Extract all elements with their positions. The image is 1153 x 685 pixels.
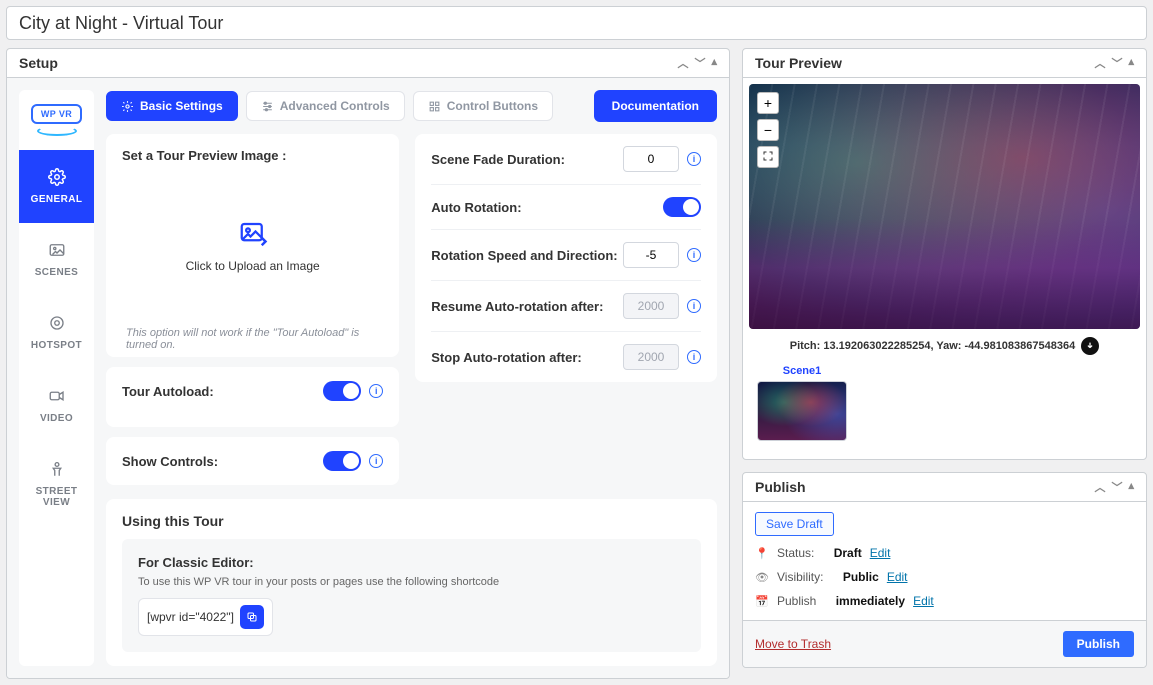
fade-duration-input[interactable] [623,146,679,172]
tab-basic-settings[interactable]: Basic Settings [106,91,238,121]
classic-editor-desc: To use this WP VR tour in your posts or … [138,576,685,588]
eye-icon: 👁 [755,571,769,584]
tour-autoload-label: Tour Autoload: [122,384,214,399]
grid-icon [428,100,441,113]
scene-1-thumbnail[interactable] [757,381,847,441]
using-tour-heading: Using this Tour [122,513,701,529]
resume-rotation-label: Resume Auto-rotation after: [431,299,603,314]
info-icon[interactable]: i [369,454,383,468]
pin-icon: 📍 [755,547,769,560]
show-controls-label: Show Controls: [122,454,218,469]
auto-rotation-toggle[interactable] [663,197,701,217]
street-view-icon [48,460,66,478]
panel-drag-icon[interactable]: ▴ [1128,55,1134,71]
upload-image-icon [235,219,271,249]
publish-panel-title: Publish [755,479,1094,495]
wpvr-logo: WP VR [19,90,94,150]
logo-orbit-icon [37,126,77,136]
panel-collapse-up-icon[interactable]: ︿ [1094,479,1105,495]
city-night-scene [749,84,1140,329]
upload-image-dropzone[interactable]: Click to Upload an Image [122,171,383,321]
shortcode-value: [wpvr id="4022"] [138,598,273,636]
panel-collapse-up-icon[interactable]: ︿ [677,55,688,71]
calendar-icon: 📅 [755,595,769,608]
publish-panel: Publish ︿ ﹀ ▴ Save Draft 📍 Status: Draft… [742,472,1147,668]
setup-panel-title: Setup [19,55,677,71]
page-title: City at Night - Virtual Tour [19,13,223,34]
sliders-icon [261,100,274,113]
show-controls-toggle[interactable] [323,451,361,471]
fullscreen-icon [762,150,774,162]
autoload-hint: This option will not work if the "Tour A… [122,321,383,351]
documentation-button[interactable]: Documentation [594,90,717,122]
apply-pitch-yaw-button[interactable] [1081,337,1099,355]
fade-duration-label: Scene Fade Duration: [431,152,565,167]
scene-1-label: Scene1 [757,365,847,377]
sidebar-tab-hotspot[interactable]: HOTSPOT [19,296,94,369]
panel-drag-icon[interactable]: ▴ [711,55,717,71]
move-to-trash-link[interactable]: Move to Trash [755,637,831,651]
tour-preview-panel: Tour Preview ︿ ﹀ ▴ + − [742,48,1147,460]
sidebar-tab-video[interactable]: VIDEO [19,369,94,442]
panorama-viewport[interactable]: + − [749,84,1140,329]
preview-image-label: Set a Tour Preview Image : [122,148,383,163]
edit-visibility-link[interactable]: Edit [887,570,908,584]
info-icon[interactable]: i [369,384,383,398]
save-draft-button[interactable]: Save Draft [755,512,834,536]
tab-control-buttons[interactable]: Control Buttons [413,91,553,121]
edit-status-link[interactable]: Edit [870,546,891,560]
download-icon [1085,341,1095,351]
panel-collapse-up-icon[interactable]: ︿ [1094,55,1105,71]
panel-collapse-down-icon[interactable]: ﹀ [1111,55,1122,71]
zoom-out-button[interactable]: − [757,119,779,141]
info-icon[interactable]: i [687,299,701,313]
sidebar-tab-general[interactable]: GENERAL [19,150,94,223]
status-row: 📍 Status: Draft Edit [755,546,1134,560]
info-icon[interactable]: i [687,248,701,262]
tour-autoload-toggle[interactable] [323,381,361,401]
schedule-row: 📅 Publish immediately Edit [755,594,1134,608]
panel-collapse-down-icon[interactable]: ﹀ [1111,479,1122,495]
visibility-row: 👁 Visibility: Public Edit [755,570,1134,584]
copy-icon [246,611,258,623]
resume-rotation-input[interactable] [623,293,679,319]
copy-shortcode-button[interactable] [240,605,264,629]
left-side-tabs: WP VR GENERAL SCENES [19,90,94,666]
info-icon[interactable]: i [687,152,701,166]
fullscreen-button[interactable] [757,146,779,168]
info-icon[interactable]: i [687,350,701,364]
edit-schedule-link[interactable]: Edit [913,594,934,608]
stop-rotation-label: Stop Auto-rotation after: [431,350,581,365]
classic-editor-title: For Classic Editor: [138,555,685,570]
tour-preview-title: Tour Preview [755,55,1094,71]
stop-rotation-input[interactable] [623,344,679,370]
pitch-yaw-readout: Pitch: 13.192063022285254, Yaw: -44.9810… [749,329,1140,359]
panel-drag-icon[interactable]: ▴ [1128,479,1134,495]
rotation-speed-label: Rotation Speed and Direction: [431,248,617,263]
sidebar-tab-streetview[interactable]: STREET VIEW [19,442,94,526]
zoom-in-button[interactable]: + [757,92,779,114]
auto-rotation-label: Auto Rotation: [431,200,521,215]
tab-advanced-controls[interactable]: Advanced Controls [246,91,405,121]
panel-collapse-down-icon[interactable]: ﹀ [694,55,705,71]
image-icon [48,241,66,259]
rotation-speed-input[interactable] [623,242,679,268]
video-icon [48,387,66,405]
target-icon [48,314,66,332]
setup-panel: Setup ︿ ﹀ ▴ WP VR GEN [6,48,730,679]
page-title-bar: City at Night - Virtual Tour [6,6,1147,40]
gear-icon [48,168,66,186]
sidebar-tab-scenes[interactable]: SCENES [19,223,94,296]
gear-icon [121,100,134,113]
